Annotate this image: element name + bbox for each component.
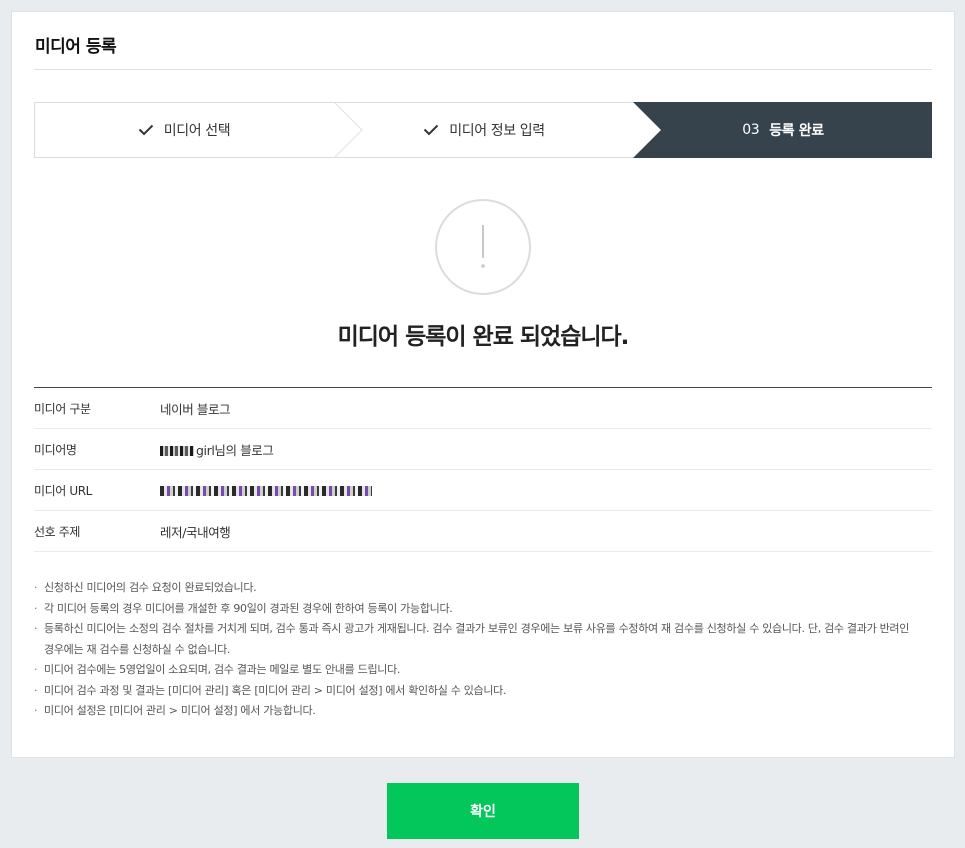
- page-title: 미디어 등록: [35, 37, 117, 57]
- step-number: 03: [742, 122, 760, 138]
- info-value: girl님의 블로그: [196, 442, 274, 458]
- notice-item: 신청하신 미디어의 검수 요청이 완료되었습니다.: [34, 578, 914, 599]
- notice-item: 각 미디어 등록의 경우 미디어를 개설한 후 90일이 경과된 경우에 한하여…: [34, 599, 914, 620]
- step-registration-complete: 03 등록 완료: [634, 102, 932, 158]
- completion-message: 미디어 등록이 완료 되었습니다.: [337, 324, 630, 350]
- info-value-wrap: girl님의 블로그: [160, 440, 274, 459]
- exclamation-circle-icon: [434, 198, 532, 300]
- notice-item: 미디어 설정은 [미디어 관리 > 미디어 설정] 에서 가능합니다.: [34, 701, 914, 722]
- info-value: 네이버 블로그: [160, 401, 231, 417]
- step-label: 미디어 정보 입력: [449, 123, 545, 139]
- redacted-text: [160, 446, 194, 456]
- info-key: 미디어 구분: [34, 401, 91, 416]
- step-label: 미디어 선택: [163, 123, 231, 139]
- notice-item: 미디어 검수에는 5영업일이 소요되며, 검수 결과는 메일로 별도 안내를 드…: [34, 660, 914, 681]
- media-info-table: 미디어 구분 네이버 블로그 미디어명 girl님의 블로그 미디어 URL 선…: [34, 387, 932, 552]
- step-media-info: 미디어 정보 입력: [334, 102, 634, 158]
- info-key: 미디어명: [34, 442, 77, 457]
- info-value: 레저/국내여행: [160, 524, 231, 540]
- step-label: 등록 완료: [769, 123, 824, 139]
- step-indicator: 미디어 선택 미디어 정보 입력 03 등록 완료: [34, 102, 932, 158]
- registration-panel: 미디어 등록 미디어 선택 미디어 정보 입력 03 등록 완료 미디어 등록이…: [11, 11, 955, 758]
- info-row-media-url: 미디어 URL: [34, 470, 932, 511]
- info-row-media-type: 미디어 구분 네이버 블로그: [34, 388, 932, 429]
- info-key: 미디어 URL: [34, 483, 92, 498]
- notice-item: 등록하신 미디어는 소정의 검수 절차를 거치게 되며, 검수 통과 즉시 광고…: [34, 619, 914, 660]
- confirm-button[interactable]: 확인: [387, 783, 579, 839]
- info-value-wrap: [160, 483, 372, 498]
- info-key: 선호 주제: [34, 524, 80, 539]
- notice-item: 미디어 검수 과정 및 결과는 [미디어 관리] 혹은 [미디어 관리 > 미디…: [34, 681, 914, 702]
- info-row-preferred-topic: 선호 주제 레저/국내여행: [34, 511, 932, 552]
- step-media-select: 미디어 선택: [34, 102, 334, 158]
- info-row-media-name: 미디어명 girl님의 블로그: [34, 429, 932, 470]
- redacted-url: [160, 486, 372, 496]
- check-icon: [423, 124, 439, 136]
- title-divider: [34, 69, 932, 70]
- notice-list: 신청하신 미디어의 검수 요청이 완료되었습니다. 각 미디어 등록의 경우 미…: [34, 578, 914, 722]
- check-icon: [138, 124, 154, 136]
